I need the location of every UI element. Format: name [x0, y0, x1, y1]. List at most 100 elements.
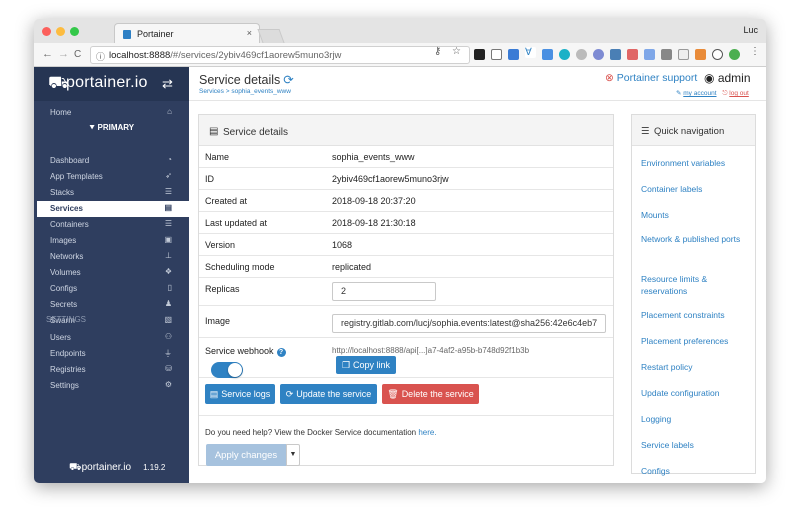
th-list-icon: ☰ [164, 187, 172, 196]
sidebar-item-secrets[interactable]: Secrets ♟ [34, 297, 189, 313]
browser-user-name[interactable]: Luc [743, 25, 758, 35]
close-window-icon[interactable] [42, 27, 51, 36]
quicknav-link[interactable]: Environment variables [641, 157, 749, 169]
id-label: ID [205, 174, 214, 184]
sidebar-item-users[interactable]: Users ⚇ [34, 330, 189, 346]
sidebar-item-label: Registries [50, 365, 86, 374]
replicas-input[interactable]: 2 [332, 282, 436, 301]
sidebar-item-configs[interactable]: Configs ▯ [34, 281, 189, 297]
quicknav-link[interactable]: Service labels [641, 439, 749, 451]
maximize-window-icon[interactable] [70, 27, 79, 36]
forward-icon[interactable]: → [58, 48, 69, 60]
sidebar-footer: ⛟portainer.io 1.19.2 [69, 462, 165, 475]
list-alt-icon: ▤ [209, 126, 219, 137]
sidebar-item-stacks[interactable]: Stacks ☰ [34, 185, 189, 201]
extension-icon[interactable] [695, 49, 706, 60]
extension-icon[interactable] [559, 49, 570, 60]
webhook-label: Service webhook? [205, 346, 286, 357]
refresh-icon[interactable]: ⟳ [283, 73, 293, 87]
image-input[interactable]: registry.gitlab.com/lucj/sophia.events:l… [332, 314, 606, 333]
copy-link-button[interactable]: ❐ Copy link [336, 356, 396, 374]
created-row: Created at 2018-09-18 20:37:20 [199, 190, 613, 212]
extension-icon[interactable] [678, 49, 689, 60]
quicknav-link[interactable]: Restart policy [641, 361, 749, 373]
quicknav-link[interactable]: Resource limits & reservations [641, 273, 749, 297]
new-tab-button[interactable] [257, 29, 285, 43]
minimize-window-icon[interactable] [56, 27, 65, 36]
panel-title: Service details [223, 127, 289, 138]
cubes-icon: ❖ [164, 267, 172, 276]
created-value: 2018-09-18 20:37:20 [332, 196, 416, 206]
extension-icon[interactable]: ∀ [525, 47, 536, 58]
quicknav-link[interactable]: Placement preferences [641, 335, 749, 347]
quicknav-link[interactable]: Mounts [641, 209, 749, 221]
documentation-link[interactable]: here. [418, 428, 436, 437]
sidebar-item-volumes[interactable]: Volumes ❖ [34, 265, 189, 281]
sidebar-item-home[interactable]: Home ⌂ [34, 105, 189, 121]
list-alt-icon: ▤ [164, 203, 172, 212]
extension-icon[interactable] [593, 49, 604, 60]
logout-link[interactable]: ⎋ log out [722, 90, 748, 97]
portainer-logo-icon: ⛟ [69, 462, 82, 473]
sidebar-item-label: Volumes [50, 268, 81, 277]
key-icon[interactable]: ⚷ [434, 46, 441, 57]
bookmark-star-icon[interactable]: ☆ [452, 46, 461, 57]
delete-service-button[interactable]: 🗑 Delete the service [382, 384, 479, 404]
service-logs-button[interactable]: ▤ Service logs [205, 384, 275, 404]
file-code-icon: ▯ [167, 283, 172, 292]
quicknav-link[interactable]: Configs [641, 465, 749, 477]
sidebar-item-containers[interactable]: Containers ☰ [34, 217, 189, 233]
quicknav-link[interactable]: Placement constraints [641, 309, 749, 321]
extension-icon[interactable] [627, 49, 638, 60]
browser-menu-icon[interactable]: ⋮ [750, 46, 760, 57]
extension-icon[interactable] [576, 49, 587, 60]
name-label: Name [205, 152, 230, 162]
extension-icon[interactable] [508, 49, 519, 60]
scheduling-mode-value: replicated [332, 262, 372, 272]
extension-icon[interactable] [474, 49, 485, 60]
tab-close-icon[interactable]: × [247, 28, 252, 38]
sidebar-item-app-templates[interactable]: App Templates ➶ [34, 169, 189, 185]
breadcrumb[interactable]: Services > sophia_events_www [199, 88, 291, 95]
quicknav-link[interactable]: Container labels [641, 183, 749, 195]
scheduling-mode-label: Scheduling mode [205, 262, 275, 272]
sidebar-item-label: Home [50, 108, 72, 117]
sidebar-item-images[interactable]: Images ▣ [34, 233, 189, 249]
sidebar-item-dashboard[interactable]: Dashboard ◔ [34, 153, 189, 169]
browser-tab[interactable]: Portainer × [114, 23, 260, 43]
apply-options-caret-icon[interactable]: ▼ [286, 444, 300, 466]
extension-icon[interactable] [661, 49, 672, 60]
sidebar-toggle-icon[interactable]: ⇄ [162, 76, 173, 92]
extension-icon[interactable] [644, 49, 655, 60]
extension-icon[interactable] [729, 49, 740, 60]
apply-changes-button[interactable]: Apply changes [206, 444, 286, 466]
back-icon[interactable]: ← [42, 48, 53, 60]
update-service-button[interactable]: ⟳ Update the service [280, 384, 377, 404]
panel-header: ▤ Service details [199, 115, 613, 146]
database-icon: ⛁ [165, 364, 172, 373]
extension-icon[interactable] [542, 49, 553, 60]
sidebar-item-label: Configs [50, 284, 78, 293]
webhook-toggle[interactable] [211, 362, 243, 378]
updated-row: Last updated at 2018-09-18 21:30:18 [199, 212, 613, 234]
reload-icon[interactable]: C [74, 49, 81, 60]
sidebar-item-label: Secrets [50, 300, 78, 309]
quicknav-link[interactable]: Logging [641, 413, 749, 425]
cast-icon[interactable] [491, 49, 502, 60]
support-link[interactable]: ⊗ Portainer support [605, 72, 697, 84]
quicknav-link[interactable]: Network & published ports [641, 233, 749, 245]
extension-icon[interactable] [610, 49, 621, 60]
address-bar[interactable]: ⓘ localhost:8888/#/services/2ybiv469cf1a… [90, 46, 470, 64]
quicknav-link[interactable]: Update configuration [641, 387, 749, 399]
my-account-link[interactable]: ✎ my account [676, 90, 717, 97]
sidebar-item-endpoints[interactable]: Endpoints ⏚ [34, 346, 189, 362]
sidebar-item-settings[interactable]: Settings ⚙ [34, 378, 189, 394]
site-info-icon[interactable]: ⓘ [96, 50, 105, 63]
sidebar-item-registries[interactable]: Registries ⛁ [34, 362, 189, 378]
question-circle-icon[interactable]: ? [276, 348, 286, 357]
sidebar-item-networks[interactable]: Networks ⊥ [34, 249, 189, 265]
brand-name[interactable]: portainer.io [66, 74, 148, 92]
settings-section-header: SETTINGS [46, 315, 87, 324]
extension-icon[interactable] [712, 49, 723, 60]
sidebar-item-services[interactable]: Services ▤ [34, 201, 189, 217]
